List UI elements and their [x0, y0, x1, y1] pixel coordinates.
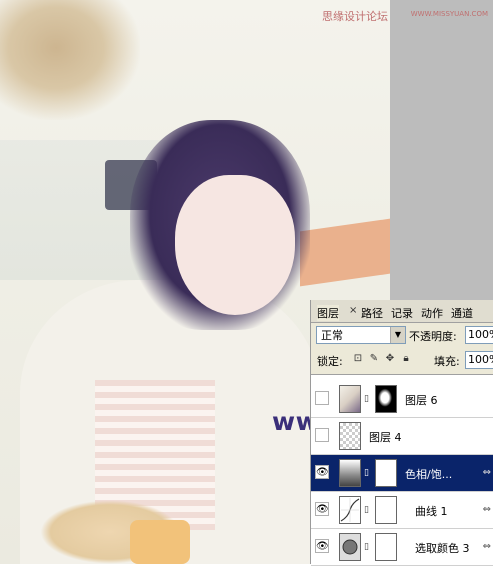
lock-row: 锁定: ⊡ ✎ ✥ 🔒︎ 填充: 100% [311, 350, 493, 370]
curves-icon [339, 496, 361, 524]
blend-mode-value: 正常 [321, 329, 343, 342]
watermark-top-text: 思缘设计论坛 [322, 10, 388, 23]
opacity-label: 不透明度: [409, 330, 457, 343]
plant-background [0, 0, 140, 120]
watermark-url: WWW.MISSYUAN.COM [410, 10, 488, 18]
tab-paths[interactable]: 路径 [361, 305, 383, 321]
layer-mask-thumbnail [375, 459, 397, 487]
brush-icon[interactable]: ✎ [368, 353, 380, 365]
chain-icon: ▯ [364, 542, 369, 552]
layer-row[interactable]: 👁︎ ▯ 选取颜色 3 ⇔ [311, 529, 493, 566]
tab-channels[interactable]: 通道 [451, 305, 473, 321]
layer-mask-thumbnail [375, 533, 397, 561]
layer-mask-thumbnail [375, 496, 397, 524]
watermark-top: 思缘设计论坛 [322, 8, 388, 24]
layer-thumbnail [339, 422, 361, 450]
opacity-input[interactable]: 100% [465, 326, 493, 344]
layers-list: ▯ 图层 6 图层 4 👁︎ ▯ 色相/饱... ⇔ 👁︎ ▯ 曲线 1 ⇔ 👁… [311, 374, 493, 566]
chain-icon: ▯ [364, 468, 369, 478]
chain-icon: ▯ [364, 505, 369, 515]
panel-tabs: 图层 × 路径 记录 动作 通道 [311, 300, 493, 323]
layer-row[interactable]: 图层 4 [311, 418, 493, 455]
selective-color-icon [339, 533, 361, 561]
chevron-down-icon[interactable]: ▼ [390, 327, 405, 343]
tab-history[interactable]: 记录 [391, 305, 413, 321]
lock-transparent-icon[interactable]: ⊡ [352, 353, 364, 365]
layer-row[interactable]: ▯ 图层 6 [311, 381, 493, 418]
layer-row-selected[interactable]: 👁︎ ▯ 色相/饱... ⇔ [311, 455, 493, 492]
lock-icon[interactable]: 🔒︎ [400, 353, 412, 365]
blend-row: 正常 ▼ 不透明度: 100% [311, 324, 493, 346]
layer-name: 图层 6 [405, 394, 438, 407]
layer-thumbnail [339, 385, 361, 413]
tab-layers[interactable]: 图层 [317, 305, 339, 321]
fill-label: 填充: [434, 355, 460, 368]
layer-row[interactable]: 👁︎ ▯ 曲线 1 ⇔ [311, 492, 493, 529]
visibility-toggle[interactable] [315, 391, 329, 405]
layer-mask-thumbnail [375, 385, 397, 413]
move-icon[interactable]: ✥ [384, 353, 396, 365]
fill-input[interactable]: 100% [465, 351, 493, 369]
layer-name: 色相/饱... [405, 468, 453, 481]
lock-label: 锁定: [317, 355, 343, 368]
eye-icon[interactable]: 👁︎ [315, 465, 329, 479]
blend-mode-select[interactable]: 正常 ▼ [316, 326, 406, 344]
layers-panel: 图层 × 路径 记录 动作 通道 正常 ▼ 不透明度: 100% 锁定: ⊡ ✎… [310, 300, 493, 566]
layer-name: 曲线 1 [415, 505, 448, 518]
link-icon: ⇔ [482, 504, 491, 515]
woman-face [175, 175, 295, 315]
eye-icon[interactable]: 👁︎ [315, 502, 329, 516]
eye-icon[interactable]: 👁︎ [315, 539, 329, 553]
visibility-toggle[interactable] [315, 428, 329, 442]
chain-icon: ▯ [364, 394, 369, 404]
juice-cup [130, 520, 190, 564]
layer-name: 图层 4 [369, 431, 402, 444]
layer-name: 选取颜色 3 [415, 542, 470, 555]
link-icon: ⇔ [482, 541, 491, 552]
hue-saturation-icon [339, 459, 361, 487]
link-icon: ⇔ [482, 467, 491, 478]
tab-actions[interactable]: 动作 [421, 305, 443, 321]
orange-shelf [300, 218, 390, 287]
workspace-gray [390, 0, 493, 300]
close-icon[interactable]: × [349, 305, 357, 316]
